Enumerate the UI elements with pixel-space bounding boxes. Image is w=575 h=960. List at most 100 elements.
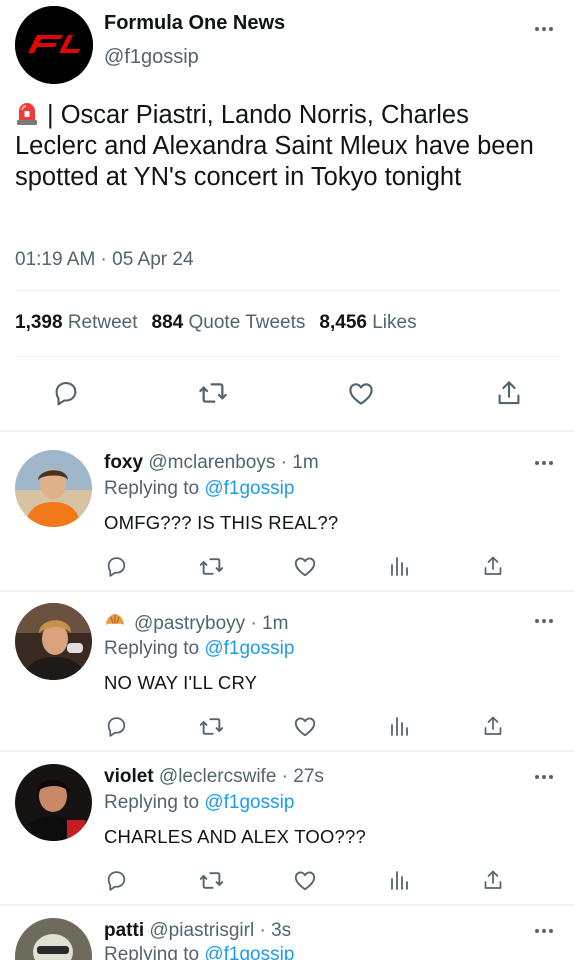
retweets-stat[interactable]: 1,398 Retweet [15, 312, 138, 333]
replying-to: Replying to @f1gossip [104, 792, 294, 814]
share-icon [484, 556, 502, 575]
likes-stat[interactable]: 8,456 Likes [319, 312, 416, 333]
reply-author-handle[interactable]: @mclarenboys [148, 452, 275, 473]
replying-label: Replying to [104, 792, 200, 813]
retweets-label: Retweet [67, 312, 138, 333]
replying-to: Replying to @f1gossip [104, 478, 294, 500]
reply-author-name[interactable]: foxy [104, 452, 143, 473]
reply-author-handle[interactable]: @leclercswife [159, 766, 276, 787]
tweet-stats: 1,398 Retweet 884 Quote Tweets 8,456 Likes [15, 312, 417, 334]
retweet-button[interactable] [191, 860, 231, 900]
reply-author-handle[interactable]: @piastrisgirl [149, 920, 254, 941]
reply-header: patti @piastrisgirl · 3s [104, 920, 291, 942]
share-icon [484, 716, 502, 735]
share-button[interactable] [473, 860, 513, 900]
replying-to: Replying to @f1gossip [104, 638, 294, 660]
like-button[interactable] [336, 368, 386, 418]
tweet-text: | Oscar Piastri, Lando Norris, Charles L… [15, 101, 534, 191]
like-button[interactable] [285, 706, 325, 746]
replying-mention[interactable]: @f1gossip [204, 792, 294, 813]
reply-header: @pastryboyy · 1m [104, 612, 288, 635]
reply-icon [107, 870, 125, 891]
share-button[interactable] [484, 368, 534, 418]
like-icon [294, 717, 316, 737]
reply-actions [0, 546, 575, 586]
share-icon [484, 870, 502, 889]
reply-button[interactable] [41, 368, 91, 418]
retweet-button[interactable] [191, 546, 231, 586]
replying-mention[interactable]: @f1gossip [204, 478, 294, 499]
reply-avatar[interactable] [15, 918, 92, 960]
reply-avatar[interactable] [15, 764, 92, 841]
analytics-icon [391, 557, 408, 576]
reply-button[interactable] [96, 546, 136, 586]
user-photo-icon [15, 918, 92, 960]
reply-icon [107, 556, 125, 577]
author-avatar[interactable] [15, 6, 93, 84]
reply-tweet[interactable]: foxy @mclarenboys · 1m Replying to @f1go… [0, 432, 575, 590]
reply-tweet[interactable]: violet @leclercswife · 27s Replying to @… [0, 752, 575, 904]
reply-actions [0, 706, 575, 746]
like-icon [349, 383, 373, 405]
reply-header: foxy @mclarenboys · 1m [104, 452, 319, 474]
reply-time[interactable]: · 1m [281, 452, 319, 473]
reply-avatar[interactable] [15, 603, 92, 680]
like-button[interactable] [285, 860, 325, 900]
reply-tweet[interactable]: @pastryboyy · 1m Replying to @f1gossip N… [0, 592, 575, 750]
retweet-icon [199, 717, 223, 735]
reply-author-handle[interactable]: @pastryboyy [134, 613, 245, 634]
share-button[interactable] [473, 706, 513, 746]
replying-label: Replying to [104, 638, 200, 659]
author-name[interactable]: Formula One News [104, 12, 285, 35]
reply-actions [0, 860, 575, 900]
reply-text: NO WAY I'LL CRY [104, 672, 258, 693]
likes-label: Likes [372, 312, 417, 333]
user-photo-icon [15, 450, 92, 527]
share-button[interactable] [473, 546, 513, 586]
reply-time[interactable]: · 3s [259, 920, 291, 941]
like-icon [294, 871, 316, 891]
replying-mention[interactable]: @f1gossip [204, 944, 294, 960]
analytics-button[interactable] [379, 860, 419, 900]
reply-tweet[interactable]: patti @piastrisgirl · 3s Replying to @f1… [0, 906, 575, 960]
divider [15, 356, 560, 357]
replying-mention[interactable]: @f1gossip [204, 638, 294, 659]
replying-label: Replying to [104, 944, 200, 960]
quotes-count: 884 [151, 312, 184, 333]
divider [15, 290, 560, 291]
reply-time[interactable]: · 1m [250, 613, 288, 634]
quotes-stat[interactable]: 884 Quote Tweets [152, 312, 306, 333]
retweet-icon [199, 871, 223, 889]
author-handle[interactable]: @f1gossip [104, 46, 199, 69]
tweet-timestamp[interactable]: 01:19 AM · 05 Apr 24 [15, 249, 194, 271]
analytics-icon [391, 717, 408, 736]
reply-author-name[interactable]: patti [104, 920, 144, 941]
analytics-icon [391, 871, 408, 890]
reply-time[interactable]: · 27s [282, 766, 324, 787]
user-photo-icon [15, 764, 92, 841]
more-options-icon[interactable] [532, 765, 556, 789]
more-options-icon[interactable] [532, 451, 556, 475]
like-icon [294, 557, 316, 577]
reply-avatar[interactable] [15, 450, 92, 527]
reply-button[interactable] [96, 706, 136, 746]
main-tweet: Formula One News @f1gossip | Oscar Piast… [0, 0, 575, 432]
analytics-button[interactable] [379, 706, 419, 746]
likes-count: 8,456 [319, 312, 367, 333]
analytics-button[interactable] [379, 546, 419, 586]
reply-author-name[interactable]: violet [104, 766, 154, 787]
retweets-count: 1,398 [15, 312, 63, 333]
retweet-button[interactable] [188, 368, 238, 418]
tweet-text-block: | Oscar Piastri, Lando Norris, Charles L… [15, 100, 555, 193]
reply-button[interactable] [96, 860, 136, 900]
more-options-icon[interactable] [532, 17, 556, 41]
more-options-icon[interactable] [532, 919, 556, 943]
user-photo-icon [15, 603, 92, 680]
more-options-icon[interactable] [532, 609, 556, 633]
tweet-actions [0, 368, 575, 418]
like-button[interactable] [285, 546, 325, 586]
retweet-button[interactable] [191, 706, 231, 746]
police-light-icon [15, 100, 39, 126]
replying-label: Replying to [104, 478, 200, 499]
reply-text: OMFG??? IS THIS REAL?? [104, 512, 339, 533]
